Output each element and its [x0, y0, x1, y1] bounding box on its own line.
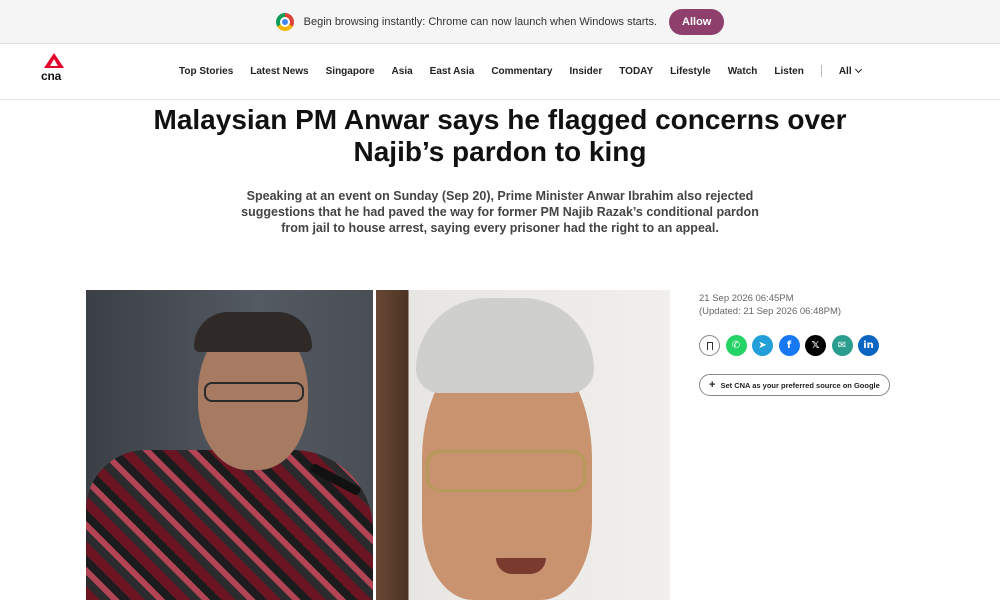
nav-listen[interactable]: Listen — [774, 66, 803, 77]
nav-watch[interactable]: Watch — [728, 66, 758, 77]
info-bar-message: Begin browsing instantly: Chrome can now… — [303, 15, 658, 28]
nav-lifestyle[interactable]: Lifestyle — [670, 66, 711, 77]
nav-divider — [820, 65, 822, 77]
nav-commentary[interactable]: Commentary — [491, 66, 552, 77]
updated-time: (Updated: 21 Sep 2026 06:48PM) — [699, 306, 842, 317]
allow-button[interactable]: Allow — [669, 8, 725, 35]
facebook-icon[interactable]: f — [778, 335, 800, 356]
hero-image — [86, 290, 670, 600]
nav-latest-news[interactable]: Latest News — [250, 66, 308, 77]
nav-asia[interactable]: Asia — [392, 66, 413, 77]
cna-logo-text: cna — [41, 69, 62, 83]
headline-line-2: Najib’s pardon to king — [353, 136, 647, 167]
standfirst-line-1: Speaking at an event on Sunday (Sep 20),… — [246, 189, 754, 203]
preferred-source-label: Set CNA as your preferred source on Goog… — [720, 380, 880, 390]
hero-left-photo — [86, 290, 373, 600]
nav-insider[interactable]: Insider — [569, 66, 602, 77]
nav-singapore[interactable]: Singapore — [326, 66, 375, 77]
chrome-info-bar: Begin browsing instantly: Chrome can now… — [0, 0, 1000, 44]
plus-icon: + — [709, 379, 716, 391]
standfirst-line-2: suggestions that he had paved the way fo… — [241, 205, 759, 219]
linkedin-icon[interactable]: in — [858, 335, 879, 356]
nav-top-stories[interactable]: Top Stories — [179, 66, 233, 77]
hero-person-left-hair — [194, 312, 312, 352]
chrome-icon — [275, 12, 294, 31]
preferred-source-button[interactable]: + Set CNA as your preferred source on Go… — [699, 374, 890, 396]
site-header: cna Top Stories Latest News Singapore As… — [0, 45, 1000, 100]
hero-person-right-glasses — [426, 450, 586, 492]
email-icon[interactable]: ✉ — [831, 335, 853, 356]
whatsapp-icon[interactable]: ✆ — [725, 335, 747, 356]
nav-east-asia[interactable]: East Asia — [430, 66, 475, 77]
bookmark-icon[interactable] — [699, 335, 720, 356]
telegram-icon[interactable]: ➤ — [752, 335, 773, 356]
published-time: 21 Sep 2026 06:45PM — [699, 293, 794, 304]
chevron-down-icon — [854, 65, 862, 74]
standfirst-line-3: from jail to house arrest, saying every … — [281, 221, 719, 235]
article-meta: 21 Sep 2026 06:45PM (Updated: 21 Sep 202… — [699, 292, 841, 318]
hero-divider — [373, 290, 376, 600]
cna-logo-mark-icon — [44, 53, 64, 68]
main-nav: Top Stories Latest News Singapore Asia E… — [179, 65, 878, 77]
nav-all-label: All — [838, 65, 852, 77]
nav-today[interactable]: TODAY — [619, 66, 653, 77]
share-bar: ✆ ➤ f 𝕏 ✉ in — [699, 335, 885, 356]
article-headline: Malaysian PM Anwar says he flagged conce… — [100, 104, 900, 168]
x-icon[interactable]: 𝕏 — [805, 335, 826, 356]
hero-person-left-glasses — [204, 382, 304, 402]
article-standfirst: Speaking at an event on Sunday (Sep 20),… — [200, 188, 800, 236]
cna-logo[interactable]: cna — [41, 53, 67, 87]
headline-line-1: Malaysian PM Anwar says he flagged conce… — [153, 104, 847, 135]
nav-all-menu[interactable]: All — [838, 65, 862, 77]
